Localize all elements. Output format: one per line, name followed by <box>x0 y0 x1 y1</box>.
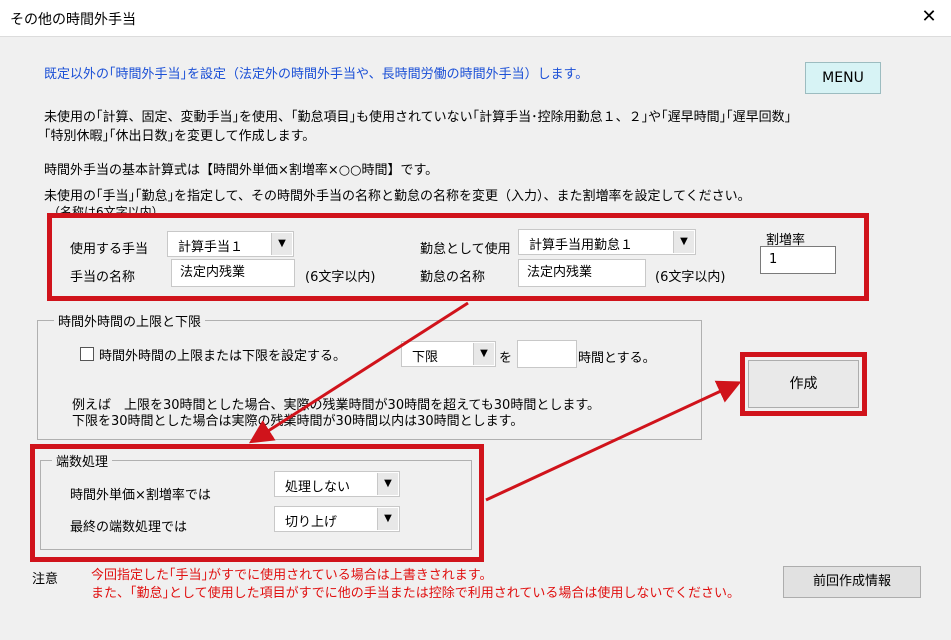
arrow-rounding-to-create <box>485 380 742 502</box>
arrow-settings-to-rounding <box>248 301 469 444</box>
annotation-arrows <box>248 301 742 502</box>
